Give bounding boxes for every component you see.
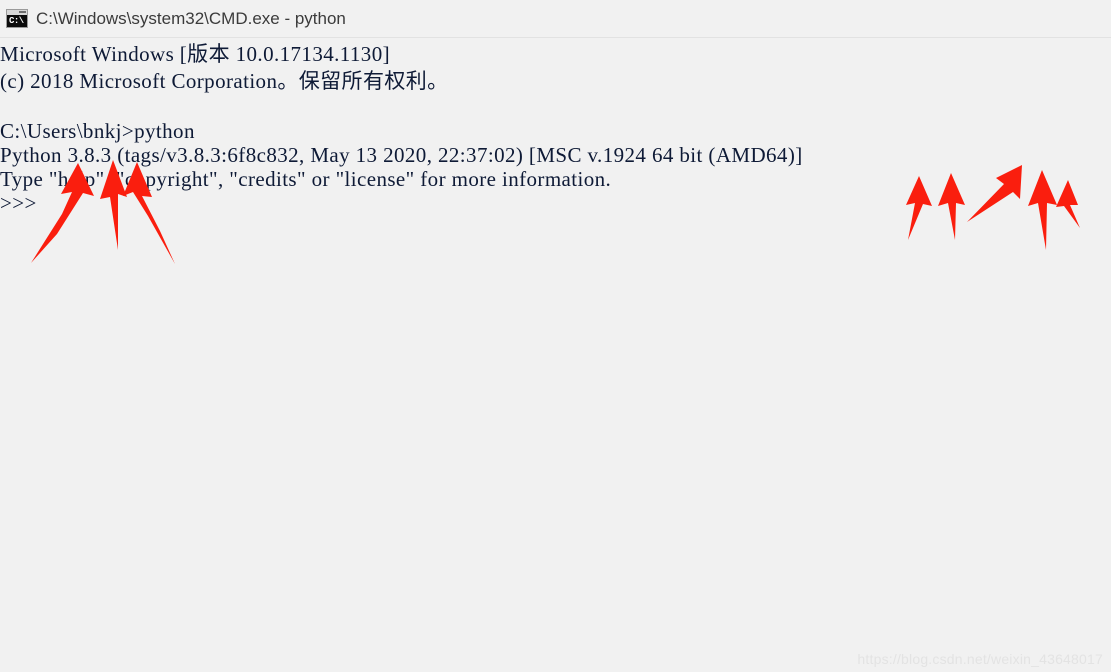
window-titlebar: C:\ C:\Windows\system32\CMD.exe - python: [0, 0, 1111, 38]
console-line-python-version: Python 3.8.3 (tags/v3.8.3:6f8c832, May 1…: [0, 143, 803, 167]
console-output-area[interactable]: Microsoft Windows [版本 10.0.17134.1130] (…: [0, 39, 1111, 672]
console-line-help-hint: Type "help", "copyright", "credits" or "…: [0, 167, 612, 191]
window-title: C:\Windows\system32\CMD.exe - python: [36, 8, 346, 28]
console-line-windows-version: Microsoft Windows [版本 10.0.17134.1130]: [0, 42, 391, 66]
console-line-command-prompt: C:\Users\bnkj>python: [0, 119, 195, 143]
csdn-watermark: https://blog.csdn.net/weixin_43648017: [857, 651, 1103, 667]
console-line-copyright: (c) 2018 Microsoft Corporation。保留所有权利。: [0, 69, 449, 93]
cmd-console-screenshot: C:\ C:\Windows\system32\CMD.exe - python…: [0, 0, 1111, 672]
cmd-icon-glyph: C:\: [9, 16, 24, 26]
cmd-console-icon: C:\: [6, 9, 28, 28]
console-line-python-prompt: >>>: [0, 191, 37, 215]
